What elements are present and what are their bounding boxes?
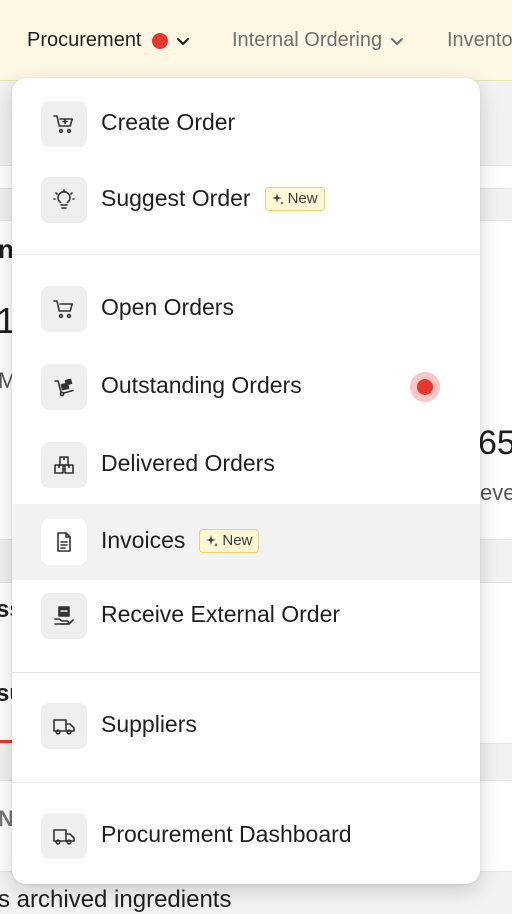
menu-item-label: Procurement Dashboard: [101, 821, 352, 847]
menu-item-label: Receive External Order: [101, 601, 341, 627]
chevron-down-icon: [391, 37, 404, 45]
document-icon: [41, 519, 87, 565]
new-badge: New: [199, 528, 260, 553]
top-navigation: Procurement Internal Ordering Invento: [0, 0, 512, 81]
nav-internal-ordering[interactable]: Internal Ordering: [232, 29, 404, 52]
menu-item-procurement-dashboard[interactable]: Procurement Dashboard: [12, 798, 480, 874]
menu-item-label-row: Suggest Order New: [101, 185, 325, 212]
menu-item-label: Suggest Order: [101, 185, 251, 211]
nav-procurement[interactable]: Procurement: [27, 29, 190, 52]
truck-icon: [41, 813, 87, 859]
sparkle-icon: [271, 192, 284, 205]
chevron-down-icon: [176, 37, 189, 45]
menu-item-create-order[interactable]: Create Order: [12, 86, 480, 162]
menu-item-delivered-orders[interactable]: Delivered Orders: [12, 427, 480, 503]
notification-dot: [151, 32, 168, 49]
menu-divider: [12, 254, 480, 255]
sparkle-icon: [206, 534, 219, 547]
menu-item-open-orders[interactable]: Open Orders: [12, 271, 480, 347]
menu-item-receive-external-order[interactable]: Receive External Order: [12, 578, 480, 654]
menu-item-label: Open Orders: [101, 294, 234, 320]
cart-icon: [41, 286, 87, 332]
menu-item-outstanding-orders[interactable]: Outstanding Orders: [12, 349, 480, 425]
bg-fragment: s archived ingredients: [0, 886, 232, 913]
menu-item-label: Suppliers: [101, 711, 197, 737]
cart-plus-icon: [41, 101, 87, 147]
truck-icon: [41, 703, 87, 749]
bg-fragment: 65: [478, 424, 512, 462]
hand-truck-icon: [41, 364, 87, 410]
menu-item-label-row: Invoices New: [101, 527, 260, 554]
receive-package-icon: [41, 593, 87, 639]
nav-internal-ordering-label: Internal Ordering: [232, 29, 383, 51]
nav-inventory[interactable]: Invento: [447, 29, 512, 52]
bg-fragment: eve: [480, 480, 512, 505]
menu-item-suppliers[interactable]: Suppliers: [12, 688, 480, 764]
menu-item-label: Invoices: [101, 527, 186, 553]
menu-item-label: Create Order: [101, 109, 236, 135]
procurement-dropdown-menu: Create Order Suggest Order New Open Orde…: [12, 78, 480, 884]
new-badge-label: New: [287, 190, 318, 207]
menu-item-label: Outstanding Orders: [101, 372, 302, 398]
boxes-icon: [41, 442, 87, 488]
new-badge: New: [264, 186, 325, 211]
menu-item-invoices[interactable]: Invoices New: [12, 504, 480, 580]
nav-procurement-label: Procurement: [27, 29, 142, 51]
lightbulb-icon: [41, 177, 87, 223]
new-badge-label: New: [222, 532, 253, 549]
menu-item-suggest-order[interactable]: Suggest Order New: [12, 162, 480, 238]
alert-dot: [410, 372, 440, 402]
menu-divider: [12, 672, 480, 673]
menu-divider: [12, 782, 480, 783]
menu-item-label: Delivered Orders: [101, 450, 275, 476]
nav-inventory-label: Invento: [447, 29, 512, 51]
